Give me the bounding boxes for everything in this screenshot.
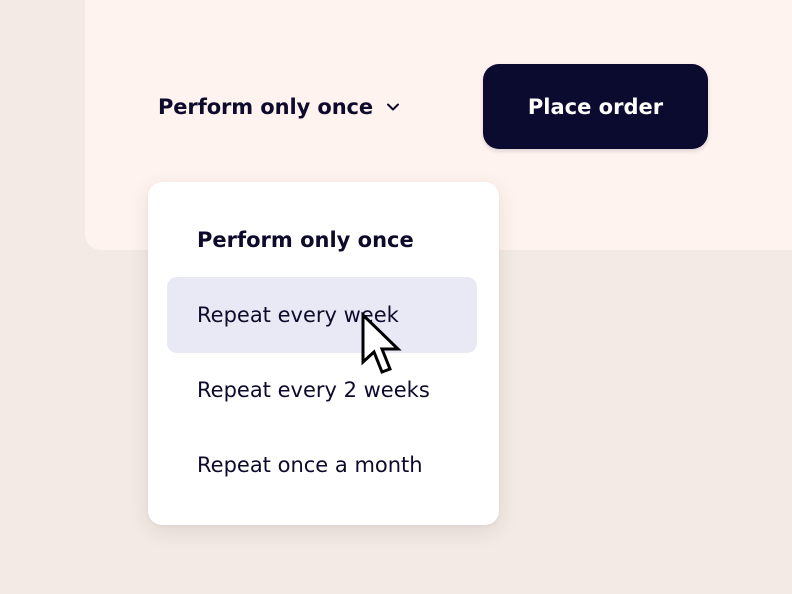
menu-item-repeat-once-a-month[interactable]: Repeat once a month [167, 427, 477, 503]
frequency-select[interactable]: Perform only once [158, 90, 401, 124]
frequency-select-value: Perform only once [158, 95, 374, 119]
frequency-dropdown-menu: Perform only once Repeat every week Repe… [148, 182, 499, 525]
place-order-button[interactable]: Place order [483, 64, 708, 149]
menu-item-perform-only-once[interactable]: Perform only once [167, 202, 477, 278]
menu-item-repeat-every-2-weeks[interactable]: Repeat every 2 weeks [167, 352, 477, 428]
chevron-down-icon [385, 99, 401, 115]
menu-item-repeat-every-week[interactable]: Repeat every week [167, 277, 477, 353]
page: Perform only once Place order Perform on… [0, 0, 792, 594]
